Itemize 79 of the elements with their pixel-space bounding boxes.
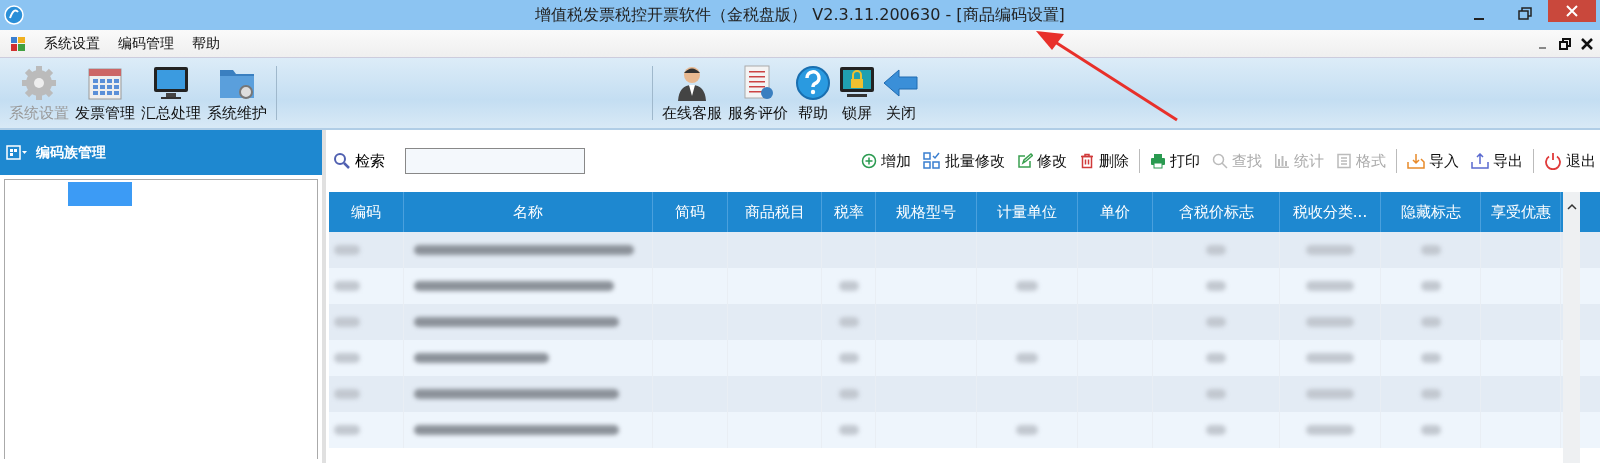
menu-item[interactable]: 编码管理 [118,34,174,53]
blurred-text [334,425,360,435]
blurred-text [1420,281,1441,291]
search-icon [333,152,351,170]
toolbar-button[interactable]: 汇总处理 [138,58,204,128]
window-title: 增值税发票税控开票软件（金税盘版） V2.3.11.200630 - [商品编码设置] [534,4,1066,26]
blurred-text [334,245,360,255]
close-button[interactable] [1548,0,1596,22]
app-logo-icon [4,5,24,25]
toolbar-button[interactable]: 增加 [857,151,915,171]
blurred-text [1306,425,1354,435]
blurred-text [838,353,859,363]
sidebar-title: 编码族管理 [36,143,106,162]
blurred-text [1420,317,1441,327]
blurred-text [1206,281,1226,291]
toolbar-button[interactable]: 锁屏 [835,58,879,128]
blurred-text [1306,389,1354,399]
toolbar-button[interactable]: 系统维护 [204,58,270,128]
grid-check-icon [923,152,941,170]
scrollbar[interactable] [1563,192,1580,463]
power-icon [1544,152,1562,170]
blurred-text [334,353,360,363]
toolbar-button[interactable]: 批量修改 [919,151,1009,171]
blurred-text [1016,425,1038,435]
help-icon [794,63,832,102]
blurred-text [1206,317,1226,327]
tray-download-icon [1407,153,1425,169]
blurred-text [838,317,859,327]
blurred-text [1306,281,1354,291]
blurred-text [1420,389,1441,399]
blurred-text [1306,317,1354,327]
blurred-text [1306,245,1354,255]
close-icon[interactable] [1580,36,1594,51]
blurred-text [838,425,859,435]
toolbar-button[interactable]: 修改 [1013,151,1071,171]
printer-icon [1150,153,1166,169]
blurred-text [334,317,360,327]
toolbar-button[interactable]: 帮助 [791,58,835,128]
search-icon [1212,153,1228,169]
bar-chart-icon [1274,153,1290,169]
toolbar-button[interactable]: 关闭 [879,58,923,128]
gear-icon [20,63,58,102]
menu-item[interactable]: 系统设置 [44,34,100,53]
menu-item[interactable]: 帮助 [192,34,220,53]
edit-icon [1017,153,1033,169]
trash-icon [1079,153,1095,169]
blurred-text [1420,353,1441,363]
blurred-text [838,389,859,399]
search-label: 检索 [355,151,385,171]
blurred-text [1420,245,1441,255]
scroll-up-icon[interactable] [1565,202,1578,212]
blurred-text [1016,281,1038,291]
blurred-text [1206,389,1226,399]
tray-upload-icon [1471,153,1489,169]
document-icon [1336,153,1352,169]
blurred-text [838,281,859,291]
selected-tree-node[interactable] [68,182,132,206]
app-menu-icon[interactable] [10,35,26,52]
toolbar-button[interactable]: 服务评价 [725,58,791,128]
search-field[interactable] [405,148,585,174]
blurred-text [334,281,360,291]
blurred-text [334,389,360,399]
grid-dropdown-icon[interactable] [6,144,28,161]
blurred-text [1206,353,1226,363]
toolbar-button[interactable]: 导入 [1403,151,1463,171]
blurred-text [1306,353,1354,363]
toolbar-button[interactable]: 退出 [1540,151,1600,171]
toolbar-button[interactable]: 在线客服 [659,58,725,128]
plus-circle-icon [861,153,877,169]
blurred-text [1206,425,1226,435]
toolbar-button[interactable]: 删除 [1075,151,1133,171]
toolbar-button[interactable]: 发票管理 [72,58,138,128]
toolbar-button[interactable]: 打印 [1146,151,1204,171]
blurred-text [1420,425,1441,435]
restore-icon[interactable] [1558,36,1572,51]
close-icon [1565,4,1579,18]
blurred-text [1206,245,1226,255]
blurred-text [1016,353,1038,363]
toolbar-button[interactable]: 导出 [1467,151,1527,171]
